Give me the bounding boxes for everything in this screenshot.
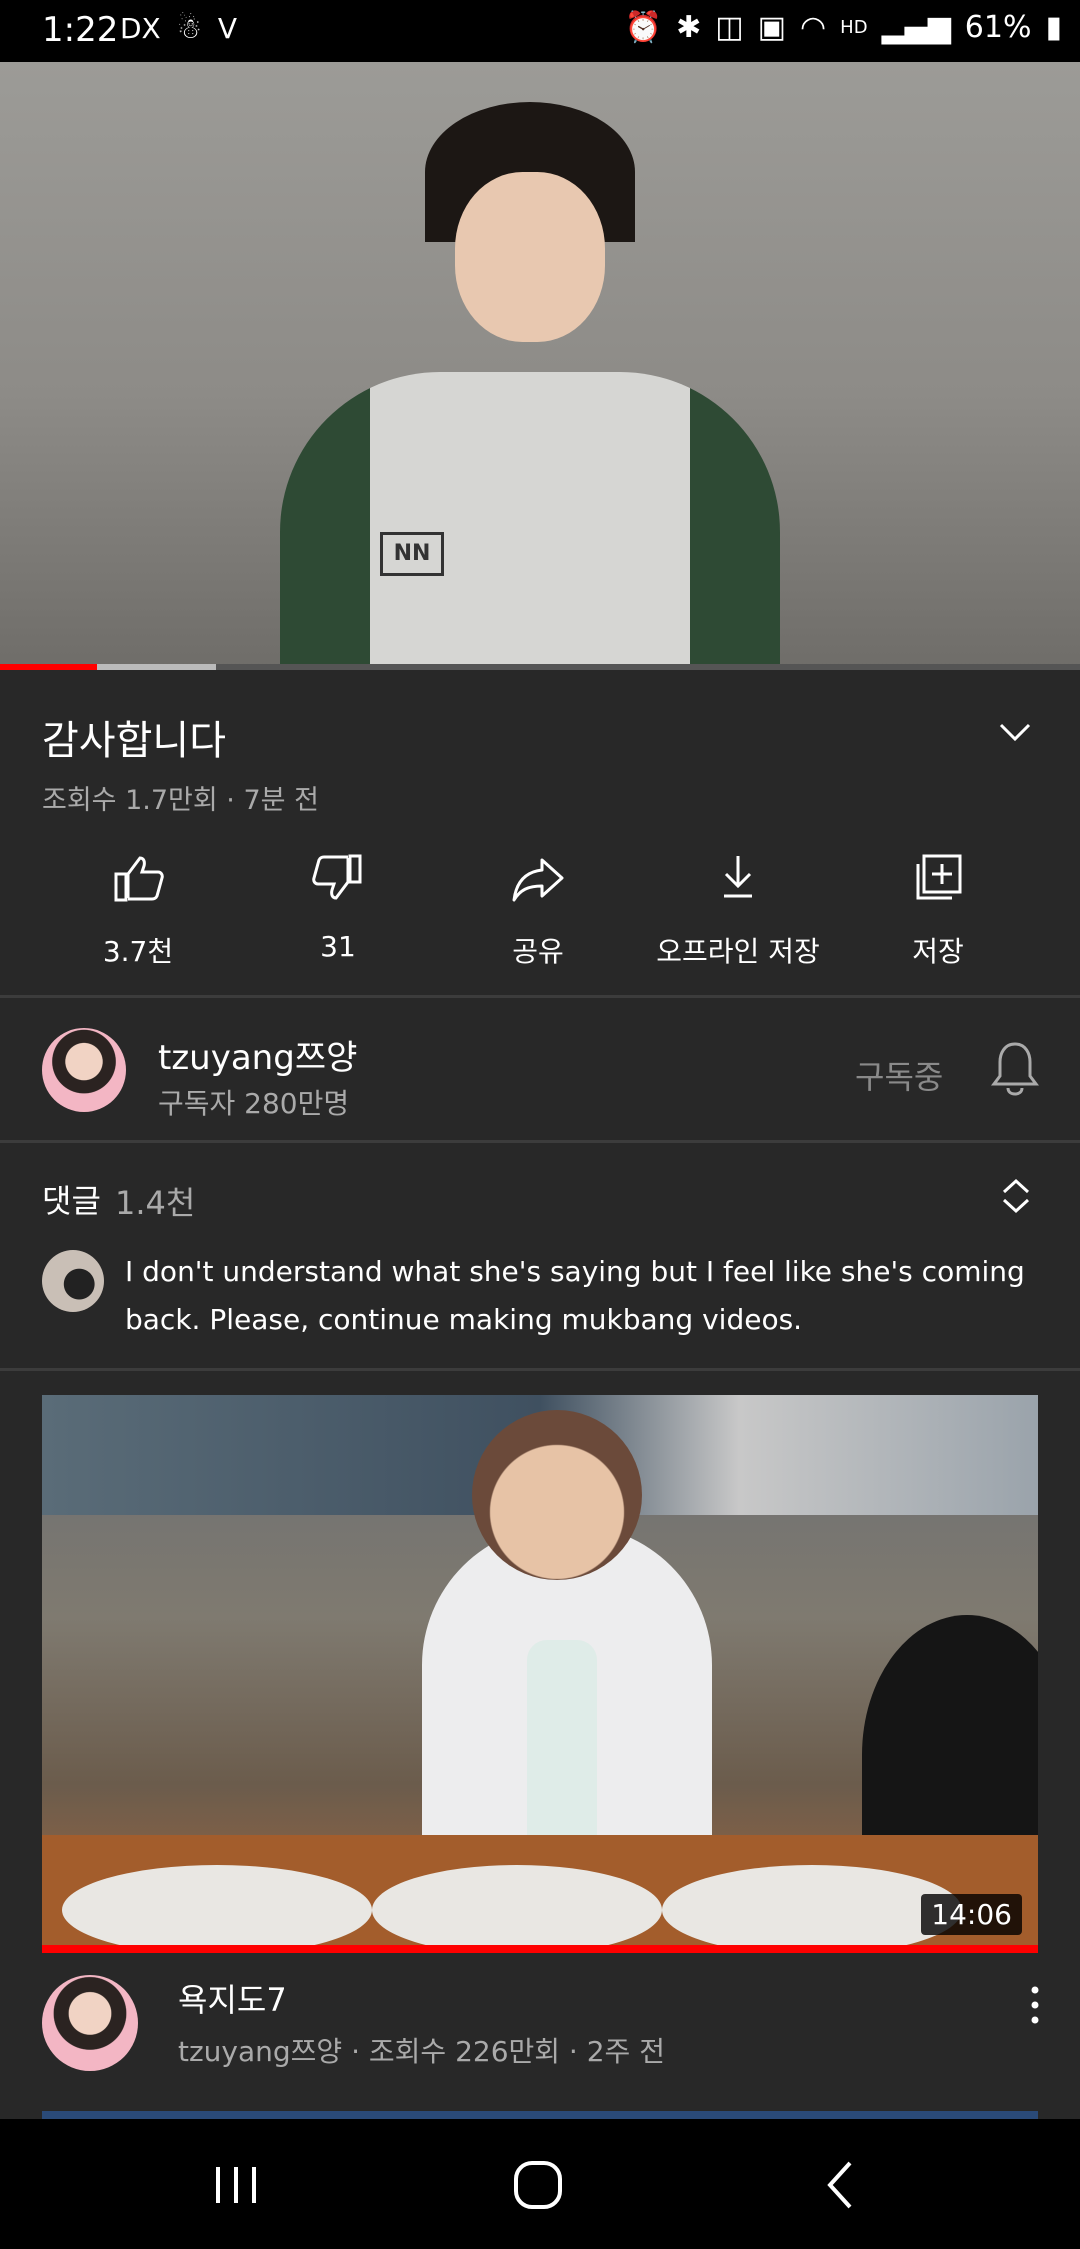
shirt-logo: NN bbox=[380, 532, 444, 576]
chevron-down-icon[interactable] bbox=[995, 712, 1035, 752]
progress-played bbox=[0, 664, 98, 670]
alarm-icon: ⏰ bbox=[624, 10, 663, 45]
app-notification-icon: ☃ bbox=[176, 12, 202, 45]
dex-icon: DX bbox=[120, 12, 161, 45]
battery-icon: ▮ bbox=[1045, 10, 1062, 45]
video-title[interactable]: 감사합니다 bbox=[42, 708, 226, 766]
like-button[interactable]: 3.7천 bbox=[48, 850, 228, 970]
thumbs-down-icon bbox=[312, 854, 362, 900]
watched-progress-bar bbox=[42, 1945, 1038, 1953]
comments-count: 1.4천 bbox=[115, 1184, 196, 1222]
download-icon bbox=[724, 856, 752, 898]
download-label: 오프라인 저장 bbox=[656, 935, 820, 968]
status-right-icons: ⏰ ✱ ◫ ▣ ◠ HD ▂▄▆ 61% ▮ bbox=[625, 10, 1062, 45]
subscriber-count: 구독자 280만명 bbox=[158, 1087, 350, 1120]
hd-voice-icon: HD bbox=[840, 17, 868, 38]
status-bar: 1:22 DX ☃ V ⏰ ✱ ◫ ▣ ◠ HD ▂▄▆ 61% ▮ bbox=[0, 0, 1080, 62]
divider bbox=[0, 1368, 1080, 1371]
recent-apps-icon[interactable] bbox=[206, 2155, 266, 2215]
back-icon[interactable] bbox=[812, 2155, 872, 2215]
save-button[interactable]: 저장 bbox=[848, 850, 1028, 970]
thumbnail-plate bbox=[62, 1865, 372, 1951]
more-vert-icon[interactable] bbox=[1020, 1980, 1050, 2030]
thumbnail-plate bbox=[372, 1865, 662, 1951]
divider bbox=[0, 1140, 1080, 1143]
battery-percent: 61% bbox=[964, 10, 1032, 45]
thumbnail-person-head bbox=[472, 1410, 642, 1580]
next-video-title[interactable]: 욕지도7 bbox=[178, 1975, 287, 2021]
video-frame-body bbox=[280, 372, 780, 668]
status-left-icons: DX ☃ V bbox=[120, 12, 237, 45]
like-count: 3.7천 bbox=[102, 935, 174, 968]
volte-icon: V bbox=[217, 12, 238, 45]
battery-saver-icon: ▣ bbox=[757, 10, 786, 45]
expand-comments-icon[interactable] bbox=[998, 1176, 1034, 1216]
next-video-meta: tzuyang쯔양 · 조회수 226만회 · 2주 전 bbox=[178, 2035, 665, 2068]
download-button[interactable]: 오프라인 저장 bbox=[648, 850, 828, 970]
next-thumbnail-peek bbox=[42, 2111, 1038, 2119]
next-video-thumbnail[interactable]: 14:06 bbox=[42, 1395, 1038, 1951]
save-label: 저장 bbox=[912, 935, 964, 968]
top-comment-text[interactable]: I don't understand what she's saying but… bbox=[125, 1248, 1045, 1344]
share-icon bbox=[512, 858, 564, 902]
video-frame-face bbox=[455, 172, 605, 342]
wifi-icon: ◠ bbox=[799, 10, 827, 45]
comment-avatar bbox=[42, 1250, 104, 1312]
channel-avatar[interactable] bbox=[42, 1028, 126, 1112]
status-time: 1:22 bbox=[42, 10, 119, 50]
next-video-channel-avatar[interactable] bbox=[42, 1975, 138, 2071]
channel-name[interactable]: tzuyang쯔양 bbox=[158, 1030, 357, 1079]
comments-label[interactable]: 댓글 bbox=[42, 1176, 101, 1222]
thumbnail-plate bbox=[662, 1865, 962, 1951]
vibrate-icon: ◫ bbox=[715, 10, 744, 45]
thumbs-up-icon bbox=[114, 856, 164, 902]
video-player[interactable]: NN bbox=[0, 62, 1080, 668]
video-duration: 14:06 bbox=[921, 1894, 1022, 1935]
share-button[interactable]: 공유 bbox=[448, 850, 628, 970]
bell-icon[interactable] bbox=[990, 1040, 1040, 1096]
video-meta: 조회수 1.7만회 · 7분 전 bbox=[42, 785, 319, 816]
dislike-button[interactable]: 31 bbox=[248, 850, 428, 963]
add-to-playlist-icon bbox=[916, 854, 962, 900]
home-icon[interactable] bbox=[508, 2155, 568, 2215]
subscribed-button[interactable]: 구독중 bbox=[855, 1052, 943, 1098]
signal-icon: ▂▄▆ bbox=[881, 10, 951, 45]
divider bbox=[0, 995, 1080, 998]
share-label: 공유 bbox=[512, 935, 564, 968]
dislike-count: 31 bbox=[320, 930, 356, 963]
bluetooth-icon: ✱ bbox=[676, 10, 702, 45]
